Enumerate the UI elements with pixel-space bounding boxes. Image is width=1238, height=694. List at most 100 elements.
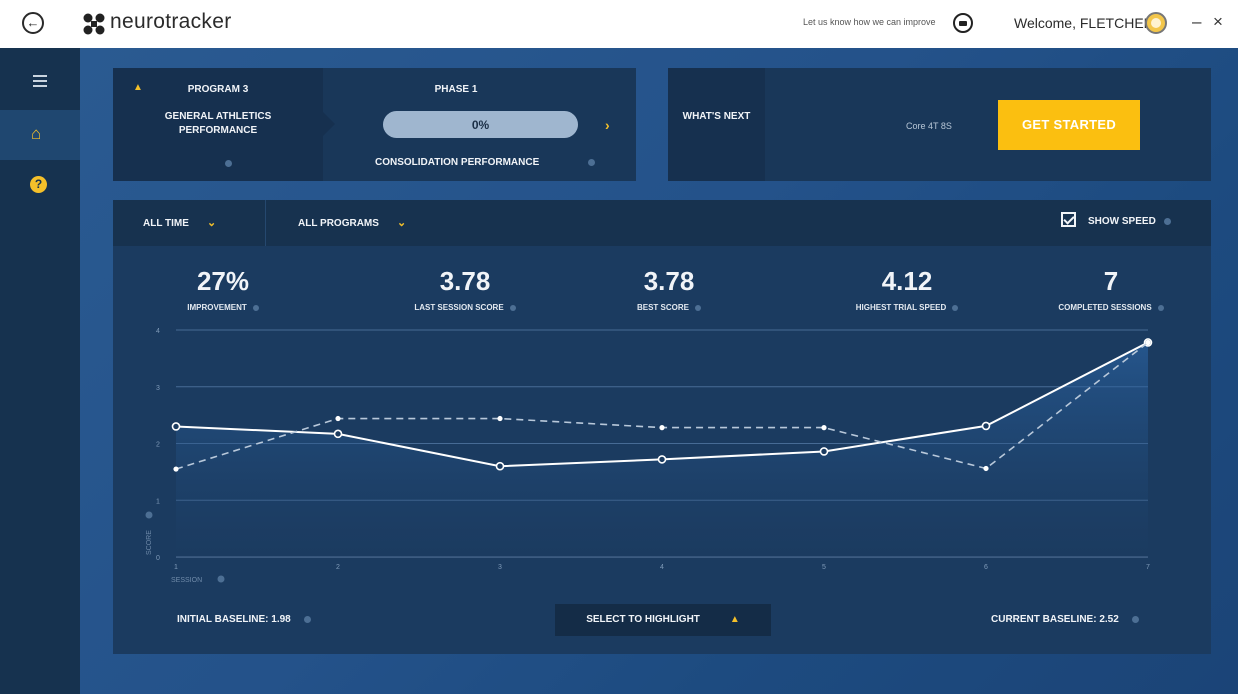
x-tick-label: 4 [660, 564, 664, 571]
speed-point [497, 415, 503, 422]
y-tick-label: 0 [156, 555, 160, 562]
hamburger-icon [33, 75, 47, 77]
chevron-down-icon: ⌄ [206, 217, 217, 229]
stat-best-score: 3.78 BEST SCORE [589, 266, 749, 312]
info-icon[interactable] [225, 160, 232, 167]
chat-icon[interactable] [953, 13, 973, 33]
program-card: ▲ PROGRAM 3 GENERAL ATHLETICS PERFORMANC… [113, 68, 636, 181]
stat-value: 4.12 [881, 266, 933, 296]
back-arrow-icon[interactable]: ← [22, 12, 44, 34]
series-area [176, 342, 1148, 557]
show-speed-toggle[interactable]: SHOW SPEED [1061, 212, 1171, 229]
phase-title: PHASE 1 [434, 84, 478, 95]
initial-baseline: INITIAL BASELINE: 1.98 [177, 614, 311, 625]
x-axis-label: SESSION [171, 577, 202, 584]
chevron-down-icon: ⌄ [396, 217, 407, 229]
stat-value: 3.78 [643, 266, 695, 296]
score-chart: 0 1 2 3 4 1 2 3 4 5 6 7 SESSION SCORE [145, 328, 1153, 584]
current-baseline-text: CURRENT BASELINE: 2.52 [991, 614, 1119, 625]
stat-completed-sessions: 7 COMPLETED SESSIONS [1031, 266, 1191, 312]
score-point [171, 422, 181, 431]
program-filter-dropdown[interactable]: ALL PROGRAMS ⌄ [298, 200, 406, 246]
x-tick-label: 7 [1146, 564, 1150, 571]
x-tick-label: 3 [498, 564, 502, 571]
program-number: PROGRAM 3 [187, 84, 249, 95]
welcome-text: Welcome, FLETCHER [1014, 15, 1154, 31]
phase-progress-bar: 0% [383, 111, 578, 138]
stat-label-wrap: BEST SCORE [589, 303, 749, 312]
speed-point [659, 425, 665, 431]
stat-label: LAST SESSION SCORE [414, 303, 504, 312]
select-to-highlight-button[interactable]: SELECT TO HIGHLIGHT ▲ [555, 604, 771, 636]
info-icon[interactable] [509, 304, 516, 311]
info-icon[interactable] [952, 304, 959, 311]
speed-point [173, 466, 179, 472]
info-icon [145, 511, 153, 519]
stat-improvement: 27% IMPROVEMENT [153, 266, 293, 312]
x-tick-label: 1 [174, 564, 178, 571]
stat-label: COMPLETED SESSIONS [1058, 303, 1152, 312]
y-tick-label: 1 [156, 498, 160, 505]
stat-value: 7 [1103, 266, 1119, 296]
next-session-type: Core 4T 8S [906, 121, 952, 131]
y-tick-label: 3 [156, 385, 160, 392]
info-icon[interactable] [303, 615, 311, 623]
feedback-link[interactable]: Let us know how we can improve [803, 17, 936, 27]
whats-next-label: WHAT'S NEXT [682, 111, 751, 122]
time-filter-dropdown[interactable]: ALL TIME ⌄ [143, 200, 216, 246]
x-tick-label: 2 [336, 564, 340, 571]
divider [265, 200, 266, 246]
stat-highest-trial-speed: 4.12 HIGHEST TRIAL SPEED [807, 266, 1007, 312]
minimize-button[interactable]: – [1192, 12, 1201, 32]
program-filter-label: ALL PROGRAMS [298, 218, 379, 229]
speed-point [983, 465, 989, 472]
brand-name: neurotracker [110, 10, 232, 33]
checkbox-icon[interactable] [1061, 212, 1076, 227]
stats-card: ALL TIME ⌄ ALL PROGRAMS ⌄ SHOW SPEED 27% I… [113, 200, 1211, 654]
close-button[interactable]: × [1213, 12, 1223, 32]
stat-label-wrap: COMPLETED SESSIONS [1031, 303, 1191, 312]
stat-label: HIGHEST TRIAL SPEED [855, 303, 947, 312]
x-tick-label: 6 [984, 564, 988, 571]
stat-label: BEST SCORE [636, 303, 689, 312]
stat-value: 27% [196, 266, 250, 296]
score-point [819, 447, 829, 456]
sidebar-item-help[interactable]: ? [0, 160, 80, 210]
whats-next-header: WHAT'S NEXT [668, 68, 765, 181]
info-icon[interactable] [588, 159, 595, 166]
chevron-right-icon[interactable]: › [605, 117, 610, 133]
info-icon[interactable] [1131, 615, 1139, 623]
whats-next-card: WHAT'S NEXT Core 4T 8S GET STARTED [668, 68, 1211, 181]
show-speed-label: SHOW SPEED [1088, 216, 1156, 228]
get-started-button[interactable]: GET STARTED [998, 100, 1140, 150]
neurotracker-logo-icon [83, 13, 105, 35]
info-icon[interactable] [1157, 304, 1164, 311]
stat-label-wrap: HIGHEST TRIAL SPEED [807, 303, 1007, 312]
sidebar-item-menu[interactable] [0, 58, 80, 108]
info-icon[interactable] [252, 304, 259, 311]
stat-value: 3.78 [439, 266, 491, 296]
select-highlight-label: SELECT TO HIGHLIGHT [586, 614, 700, 625]
y-tick-label: 4 [156, 328, 160, 335]
speed-point [821, 425, 827, 431]
program-name: GENERAL ATHLETICS PERFORMANCE [164, 111, 272, 136]
speed-point [335, 415, 341, 422]
time-filter-label: ALL TIME [143, 218, 189, 229]
info-icon[interactable] [1163, 218, 1171, 225]
sidebar-item-home[interactable]: ⌂ [0, 110, 80, 160]
score-point [333, 429, 343, 439]
chevron-up-icon: ▲ [729, 614, 740, 625]
program-summary: ▲ PROGRAM 3 GENERAL ATHLETICS PERFORMANC… [113, 68, 335, 181]
phase-subtitle: CONSOLIDATION PERFORMANCE [375, 157, 540, 168]
initial-baseline-text: INITIAL BASELINE: 1.98 [177, 614, 291, 625]
home-icon: ⌂ [31, 124, 42, 143]
stat-last-session-score: 3.78 LAST SESSION SCORE [365, 266, 565, 312]
stat-label-wrap: IMPROVEMENT [153, 303, 293, 312]
y-tick-label: 2 [156, 442, 160, 449]
avatar[interactable] [1145, 12, 1167, 34]
speed-point [1145, 339, 1151, 346]
info-icon[interactable] [695, 304, 701, 311]
current-baseline: CURRENT BASELINE: 2.52 [991, 614, 1139, 625]
score-point [495, 461, 505, 471]
progress-percent: 0% [471, 118, 490, 132]
